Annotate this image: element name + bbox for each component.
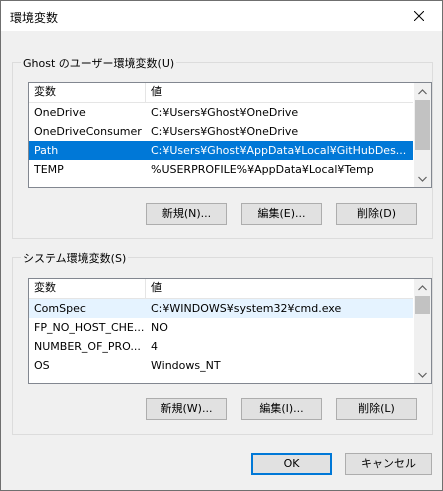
list-item[interactable]: FP_NO_HOST_CHE... NO xyxy=(29,318,413,337)
system-list-header: 変数 値 xyxy=(29,279,413,299)
variable-name: OneDriveConsumer xyxy=(34,125,142,138)
title-bar[interactable]: 環境変数 xyxy=(1,1,442,31)
chevron-down-icon xyxy=(418,176,427,182)
variable-name: OS xyxy=(34,359,50,372)
scroll-thumb[interactable] xyxy=(415,100,430,150)
user-new-button[interactable]: 新規(N)... xyxy=(146,203,227,225)
variable-value: C:¥Users¥Ghost¥AppData¥Local¥GitHubDes..… xyxy=(151,144,407,157)
scroll-up-button[interactable] xyxy=(414,279,431,296)
user-variables-label: Ghost のユーザー環境変数(U) xyxy=(21,55,177,71)
cancel-button[interactable]: キャンセル xyxy=(345,453,432,475)
scroll-thumb[interactable] xyxy=(415,296,430,314)
chevron-up-icon xyxy=(418,88,427,94)
variable-name: OneDrive xyxy=(34,106,86,119)
user-list-header: 変数 値 xyxy=(29,83,413,103)
variable-value: NO xyxy=(151,321,168,334)
variable-value: C:¥Users¥Ghost¥OneDrive xyxy=(151,106,299,119)
system-delete-button[interactable]: 削除(L) xyxy=(336,398,417,420)
system-new-button[interactable]: 新規(W)... xyxy=(146,398,227,420)
variable-name: ComSpec xyxy=(34,302,86,315)
list-item[interactable]: OneDriveConsumer C:¥Users¥Ghost¥OneDrive xyxy=(29,122,413,141)
list-item[interactable]: TEMP %USERPROFILE%¥AppData¥Local¥Temp xyxy=(29,160,413,179)
column-header-value[interactable]: 値 xyxy=(146,279,411,298)
ok-button[interactable]: OK xyxy=(251,453,332,475)
system-edit-button[interactable]: 編集(I)... xyxy=(241,398,322,420)
column-header-variable[interactable]: 変数 xyxy=(29,83,146,102)
variable-name: Path xyxy=(34,144,59,157)
variable-value: C:¥WINDOWS¥system32¥cmd.exe xyxy=(151,302,342,315)
user-delete-button[interactable]: 削除(D) xyxy=(336,203,417,225)
system-list-scrollbar[interactable] xyxy=(414,279,431,383)
column-header-value[interactable]: 値 xyxy=(146,83,411,102)
variable-name: NUMBER_OF_PRO... xyxy=(34,340,141,353)
column-header-variable[interactable]: 変数 xyxy=(29,279,146,298)
close-button[interactable] xyxy=(396,1,442,31)
variable-name: FP_NO_HOST_CHE... xyxy=(34,321,144,334)
environment-variables-dialog: 環境変数 Ghost のユーザー環境変数(U) 変数 値 OneDrive C:… xyxy=(0,0,443,491)
chevron-down-icon xyxy=(418,372,427,378)
chevron-up-icon xyxy=(418,284,427,290)
variable-value: Windows_NT xyxy=(151,359,221,372)
user-variables-list[interactable]: 変数 値 OneDrive C:¥Users¥Ghost¥OneDrive On… xyxy=(28,82,432,188)
system-variables-list[interactable]: 変数 値 ComSpec C:¥WINDOWS¥system32¥cmd.exe… xyxy=(28,278,432,384)
list-item-selected[interactable]: Path C:¥Users¥Ghost¥AppData¥Local¥GitHub… xyxy=(29,141,413,160)
system-variables-label: システム環境変数(S) xyxy=(21,250,129,266)
scroll-down-button[interactable] xyxy=(414,366,431,383)
list-item[interactable]: OneDrive C:¥Users¥Ghost¥OneDrive xyxy=(29,103,413,122)
variable-value: 4 xyxy=(151,340,158,353)
variable-name: TEMP xyxy=(34,163,64,176)
scroll-down-button[interactable] xyxy=(414,170,431,187)
list-item[interactable]: NUMBER_OF_PRO... 4 xyxy=(29,337,413,356)
variable-value: C:¥Users¥Ghost¥OneDrive xyxy=(151,125,299,138)
user-edit-button[interactable]: 編集(E)... xyxy=(241,203,322,225)
list-item[interactable]: ComSpec C:¥WINDOWS¥system32¥cmd.exe xyxy=(29,299,413,318)
close-icon xyxy=(414,11,424,21)
window-title: 環境変数 xyxy=(10,11,59,25)
variable-value: %USERPROFILE%¥AppData¥Local¥Temp xyxy=(151,163,374,176)
scroll-up-button[interactable] xyxy=(414,83,431,100)
user-list-scrollbar[interactable] xyxy=(414,83,431,187)
list-item[interactable]: OS Windows_NT xyxy=(29,356,413,375)
